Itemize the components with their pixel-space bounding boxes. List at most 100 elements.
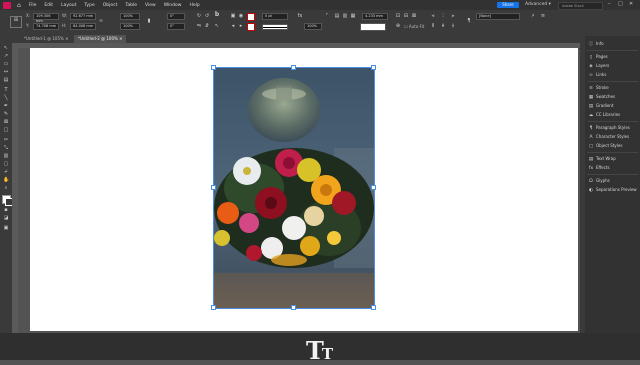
panel-links[interactable]: ∞ Links [585,71,640,79]
selection-tool-icon[interactable]: ↖ [3,45,9,51]
flip-horizontal-icon[interactable]: ⇋ [196,23,202,29]
w-field[interactable]: 92.677 mm [70,13,96,20]
line-tool-icon[interactable]: ╲ [3,95,9,101]
tab-untitled-1[interactable]: *Untitled-1 @ 105% ✕ [20,35,72,43]
page-tool-icon[interactable]: ▭ [3,61,9,67]
align-right-icon[interactable]: ⫸ [450,13,456,19]
rectangle-tool-icon[interactable]: □ [3,127,9,133]
reference-field[interactable]: 4.233 mm [362,13,388,20]
rotate-field[interactable]: 0° [167,13,185,20]
workspace-switcher[interactable]: Advanced ▾ [525,2,551,7]
resize-handle-bottom-right[interactable] [371,305,376,310]
rotate-ccw-icon[interactable]: ↺ [204,13,210,19]
panel-glyphs[interactable]: Ω Glyphs [585,177,640,185]
stroke-swatch-icon[interactable] [247,23,255,31]
resize-handle-left[interactable] [211,185,216,190]
menu-file[interactable]: File [29,3,37,8]
align-center-icon[interactable]: ⫶ [440,13,446,19]
menu-object[interactable]: Object [103,3,118,8]
menu-table[interactable]: Table [125,3,137,8]
rectangle-frame-tool-icon[interactable]: ⊠ [3,119,9,125]
panel-info[interactable]: ⓘ Info [585,40,640,48]
panel-stroke[interactable]: ≡ Stroke [585,84,640,92]
next-object-icon[interactable]: ▸ [238,23,244,29]
center-content-icon[interactable]: ⊕ [395,23,401,29]
text-wrap-icon-2[interactable]: ▥ [342,13,348,19]
panel-gradient[interactable]: ▤ Gradient [585,102,640,110]
scale-lock-icon[interactable]: ▮ [146,18,152,24]
h-field[interactable]: 84.008 mm [70,23,96,30]
eyedropper-tool-icon[interactable]: ⌿ [3,169,9,175]
zoom-tool-icon[interactable]: ⌕ [3,185,9,191]
rotate-cw-icon[interactable]: ↻ [196,13,202,19]
selection-icon[interactable]: b [214,12,220,18]
quick-apply-icon[interactable]: ⚡ [530,13,536,19]
pen-tool-icon[interactable]: ✒ [3,103,9,109]
content-collector-icon[interactable]: ▤ [3,77,9,83]
resize-handle-top[interactable] [291,65,296,70]
pencil-tool-icon[interactable]: ✎ [3,111,9,117]
resize-handle-right[interactable] [371,185,376,190]
gradient-tool-icon[interactable]: ▥ [3,153,9,159]
align-left-icon[interactable]: ⫷ [430,13,436,19]
autofit-checkbox[interactable]: ☐ Auto-Fit [404,24,424,29]
distribute-right-icon[interactable]: ⫳ [450,23,456,29]
text-wrap-icon-3[interactable]: ▦ [350,13,356,19]
scissors-tool-icon[interactable]: ✂ [3,137,9,143]
panel-object-styles[interactable]: ▢ Object Styles [585,142,640,150]
fill-frame-icon[interactable]: ⊠ [411,13,417,19]
close-icon[interactable]: ✕ [629,1,633,7]
tab-close-icon[interactable]: ✕ [119,36,122,41]
menu-type[interactable]: Type [84,3,94,8]
stroke-weight-field[interactable]: 0 pt [262,13,288,20]
scale-x-field[interactable]: 100% [120,13,140,20]
type-tool-icon[interactable]: T [3,87,9,93]
direct-selection-tool-icon[interactable]: ↗ [3,53,9,59]
home-icon[interactable]: ⌂ [17,2,21,9]
canvas[interactable] [18,48,579,333]
tab-untitled-2[interactable]: *Untitled-2 @ 100% ✕ [74,35,127,43]
flip-vertical-icon[interactable]: ⇵ [204,23,210,29]
previous-object-icon[interactable]: ◂ [230,23,236,29]
fit-frame-icon[interactable]: ⊡ [395,13,401,19]
search-input[interactable]: Adobe Stock [558,1,603,10]
select-container-icon[interactable]: ▣ [230,13,236,19]
reference-point-icon[interactable]: ⊞ [10,16,22,28]
scale-y-field[interactable]: 100% [120,23,140,30]
menu-help[interactable]: Help [189,3,199,8]
panel-character-styles[interactable]: A Character Styles [585,133,640,141]
resize-handle-top-right[interactable] [371,65,376,70]
note-tool-icon[interactable]: ▢ [3,161,9,167]
resize-handle-bottom-left[interactable] [211,305,216,310]
text-wrap-icon-1[interactable]: ▤ [334,13,340,19]
menu-layout[interactable]: Layout [61,3,76,8]
gap-tool-icon[interactable]: ↔ [3,69,9,75]
resize-handle-top-left[interactable] [211,65,216,70]
panel-text-wrap[interactable]: ▤ Text Wrap [585,155,640,163]
panel-separations-preview[interactable]: ◐ Separations Preview [585,186,640,194]
minimize-icon[interactable]: – [608,1,611,7]
stroke-type-select[interactable] [262,24,288,30]
apply-color-icon[interactable]: ◪ [3,215,9,221]
fill-swatch-icon[interactable] [247,13,255,21]
opacity-field[interactable]: 100% [304,23,322,30]
y-field[interactable]: 74.708 mm [33,23,59,30]
tab-close-icon[interactable]: ✕ [65,36,68,41]
object-style-select[interactable]: [None] [476,13,520,20]
panel-cc-libraries[interactable]: ☁ CC Libraries [585,111,640,119]
constrain-proportions-icon[interactable]: ∞ [98,18,104,24]
menu-window[interactable]: Window [164,3,182,8]
free-transform-tool-icon[interactable]: ⤡ [3,145,9,151]
fit-content-icon[interactable]: ⊟ [403,13,409,19]
share-button[interactable]: Share [497,2,519,8]
resize-handle-bottom[interactable] [291,305,296,310]
x-field[interactable]: 109.306 mm [33,13,59,23]
maximize-icon[interactable]: □ [618,1,623,7]
fx-icon[interactable]: fx [297,13,303,19]
panel-paragraph-styles[interactable]: ¶ Paragraph Styles [585,124,640,132]
distribute-left-icon[interactable]: ⫴ [430,23,436,29]
hand-tool-icon[interactable]: ✋ [3,177,9,183]
distribute-center-icon[interactable]: ⫵ [440,23,446,29]
corner-options-icon[interactable]: ⌜ [324,13,330,19]
selected-image-frame[interactable] [213,67,375,309]
